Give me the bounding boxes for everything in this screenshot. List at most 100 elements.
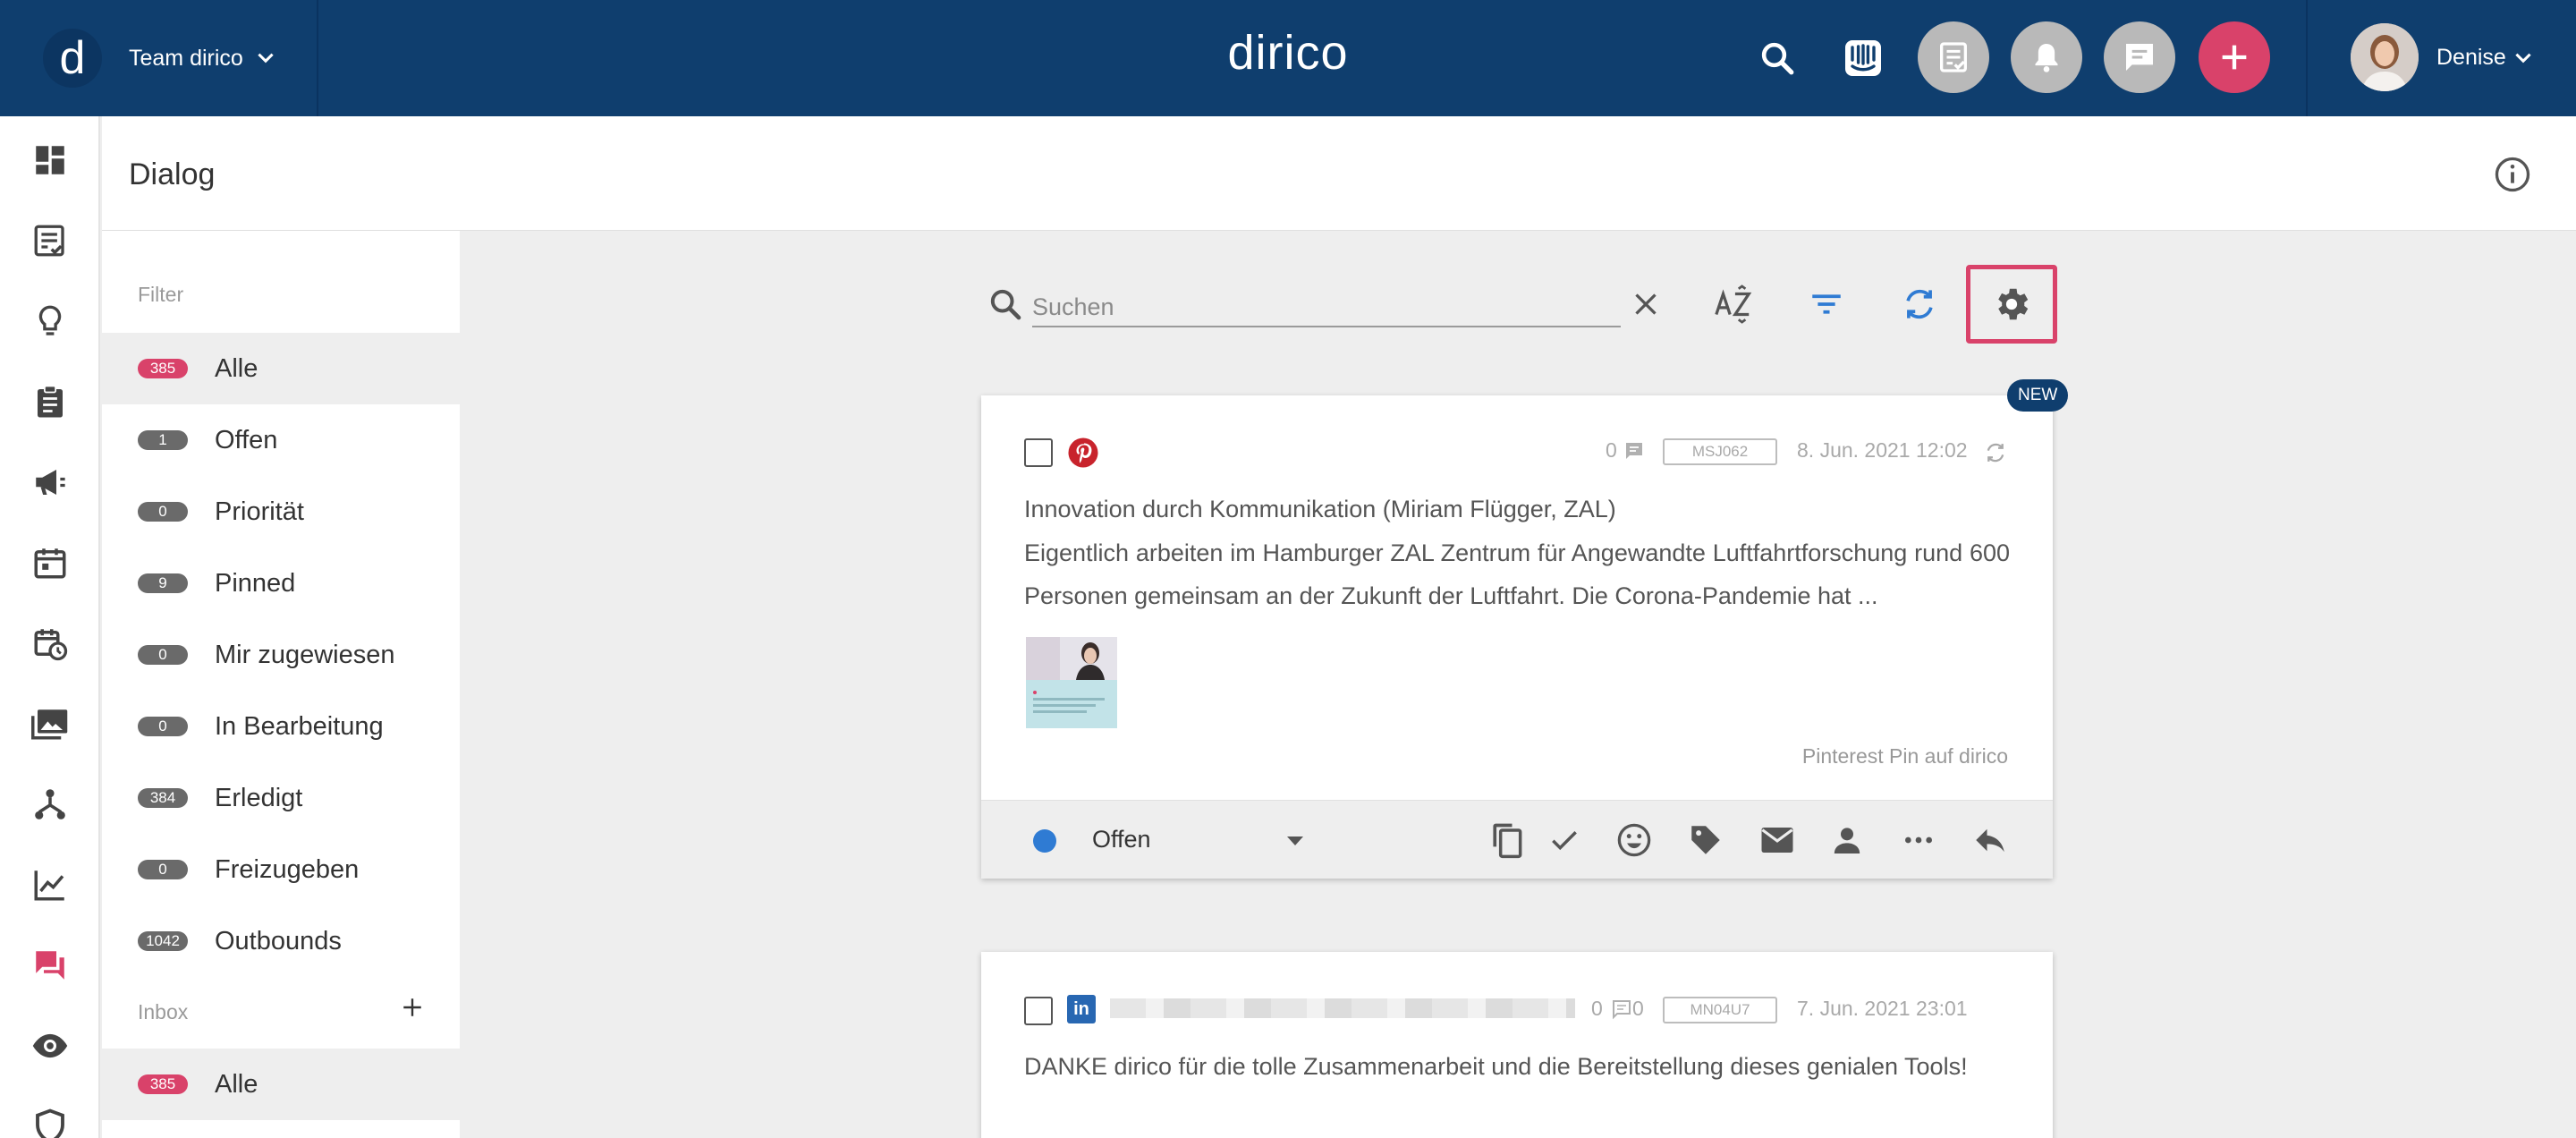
status-select[interactable]: Offen [1092, 826, 1151, 854]
settings-button[interactable] [1966, 265, 2057, 344]
count-badge: 0 [138, 502, 188, 522]
search-bar [987, 284, 1623, 327]
filter-button[interactable] [1800, 277, 1853, 331]
filter-item-in-bearbeitung[interactable]: 0 In Bearbeitung [102, 691, 460, 762]
count-badge: 385 [138, 359, 188, 378]
search-icon[interactable] [1755, 36, 1800, 81]
chat-icon [2126, 44, 2153, 71]
add-inbox-button[interactable] [401, 989, 424, 1027]
linkedin-glyph: in [1073, 998, 1089, 1019]
post-title: Innovation durch Kommunikation (Miriam F… [1024, 496, 1616, 522]
filter-item-label: Pinned [215, 568, 296, 598]
intercom-icon[interactable] [1841, 36, 1885, 81]
select-checkbox[interactable] [1024, 438, 1053, 467]
filter-heading: Filter [138, 283, 184, 306]
info-icon[interactable] [2494, 156, 2531, 193]
select-checkbox[interactable] [1024, 997, 1053, 1025]
assign-user-icon[interactable] [1826, 819, 1868, 862]
inbox-heading: Inbox [138, 1000, 189, 1023]
count-badge: 384 [138, 788, 188, 808]
filter-item-label: Offen [215, 425, 278, 454]
logo-letter: d [59, 32, 86, 84]
post-card: in 0 0 MN04U7 7. Jun. 2021 23:01 DANKE d… [981, 952, 2053, 1138]
search-icon [990, 289, 1021, 320]
copy-icon[interactable] [1486, 819, 1529, 862]
comment-count: 0 [1591, 997, 1603, 1020]
post-text: DANKE dirico für die tolle Zusammenarbei… [1024, 1053, 1968, 1080]
avatar[interactable] [2351, 23, 2419, 91]
status-dot [1033, 829, 1056, 853]
media-library-icon[interactable] [27, 701, 73, 747]
inbox-item-alle[interactable]: 385 Alle [102, 1049, 460, 1120]
filter-item-alle[interactable]: 385 Alle [102, 333, 460, 404]
filter-item-outbounds[interactable]: 1042 Outbounds [102, 905, 460, 977]
filter-item-label: In Bearbeitung [215, 711, 384, 741]
comment-count: 0 [1606, 438, 1617, 462]
filter-item-mir-zugewiesen[interactable]: 0 Mir zugewiesen [102, 619, 460, 691]
tasks-button[interactable] [1918, 21, 1989, 93]
notifications-button[interactable] [2011, 21, 2082, 93]
post-card: 0 MSJ062 8. Jun. 2021 12:02 Innovation d… [981, 395, 2053, 879]
gear-icon [1998, 288, 2029, 320]
post-text: Eigentlich arbeiten im Hamburger ZAL Zen… [1024, 539, 2010, 609]
lightbulb-icon[interactable] [27, 298, 73, 344]
create-button[interactable] [2199, 21, 2270, 93]
filter-item-label: Priorität [215, 497, 304, 526]
inbox-item-label: Alle [215, 1069, 258, 1099]
refresh-button[interactable] [1893, 277, 1946, 331]
author-name [1110, 998, 1575, 1018]
chevron-down-icon [258, 53, 274, 64]
messages-button[interactable] [2104, 21, 2175, 93]
filter-item-label: Outbounds [215, 926, 342, 955]
filter-item-offen[interactable]: 1 Offen [102, 404, 460, 476]
emoji-icon[interactable] [1613, 819, 1656, 862]
clear-search-button[interactable] [1619, 277, 1673, 331]
user-name[interactable]: Denise [2436, 45, 2506, 71]
filter-item-pinned[interactable]: 9 Pinned [102, 548, 460, 619]
tag-icon[interactable] [1684, 819, 1727, 862]
analytics-icon[interactable] [27, 862, 73, 908]
search-input[interactable] [1032, 288, 1621, 327]
dashboard-icon[interactable] [27, 137, 73, 183]
pinterest-icon [1068, 437, 1098, 468]
checklist-icon [1940, 42, 1967, 72]
calendar-icon[interactable] [27, 539, 73, 586]
sort-button[interactable] [1707, 277, 1760, 331]
clipboard-icon[interactable] [27, 378, 73, 425]
count-badge: 385 [138, 1074, 188, 1094]
close-icon [1635, 293, 1657, 315]
plus-icon [2222, 45, 2247, 70]
nav-rail [0, 116, 100, 1138]
filter-item-label: Alle [215, 353, 258, 383]
chevron-down-icon[interactable] [2512, 47, 2535, 70]
megaphone-icon[interactable] [27, 459, 73, 505]
mail-icon[interactable] [1756, 819, 1799, 862]
count-badge: 9 [138, 573, 188, 593]
post-thumbnail[interactable] [1026, 637, 1117, 728]
divider [317, 0, 318, 116]
count-badge: 1 [138, 430, 188, 450]
bell-icon [2035, 44, 2058, 72]
post-code: MSJ062 [1663, 438, 1777, 465]
team-switcher[interactable]: Team dirico [129, 0, 277, 116]
dirico-logo[interactable]: d [43, 29, 102, 88]
filter-item-erledigt[interactable]: 384 Erledigt [102, 762, 460, 834]
comment-icon [1613, 1000, 1631, 1020]
tasks-icon[interactable] [27, 217, 73, 264]
post-date: 8. Jun. 2021 12:02 [1797, 438, 1968, 462]
count-badge: 0 [138, 645, 188, 665]
dialog-icon[interactable] [27, 942, 73, 989]
reply-icon[interactable] [1969, 819, 2012, 862]
comment-icon [1626, 443, 1642, 459]
filter-item-freizugeben[interactable]: 0 Freizugeben [102, 834, 460, 905]
more-icon[interactable] [1897, 819, 1940, 862]
schedule-icon[interactable] [27, 620, 73, 667]
eye-icon[interactable] [27, 1023, 73, 1069]
check-icon[interactable] [1543, 819, 1586, 862]
filter-item-prioritaet[interactable]: 0 Priorität [102, 476, 460, 548]
shield-icon[interactable] [27, 1103, 73, 1138]
network-icon[interactable] [27, 781, 73, 828]
count-badge: 0 [138, 860, 188, 879]
caret-down-icon[interactable] [1287, 837, 1303, 845]
linkedin-icon: in [1067, 995, 1096, 1023]
